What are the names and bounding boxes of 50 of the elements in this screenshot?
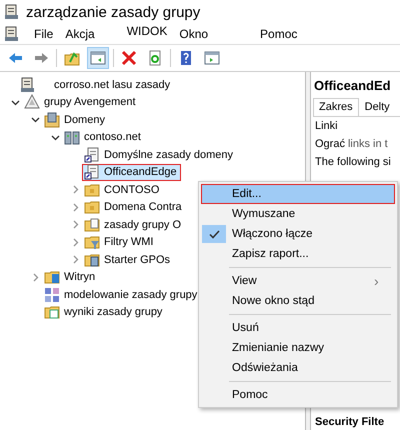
menu-item[interactable]: Zapisz raport... [201, 244, 395, 264]
app-menu-icon[interactable] [4, 26, 20, 42]
tab[interactable]: Zakres [313, 98, 359, 116]
menu-item[interactable]: Odświeżania [201, 358, 395, 378]
expand-chevron-icon[interactable] [30, 115, 40, 124]
collapse-chevron-icon[interactable] [70, 220, 80, 230]
app-icon [4, 4, 20, 20]
menu-item[interactable]: Usuń [201, 318, 395, 338]
window-title: zarządzanie zasady grupy [26, 4, 200, 20]
menu-item[interactable]: WIDOK [120, 24, 174, 38]
menu-item[interactable]: Pomoc [254, 27, 304, 41]
menu-item[interactable]: Akcja [59, 27, 101, 41]
tab[interactable]: Delty [358, 98, 396, 116]
menu-item[interactable]: Zmienianie nazwy [201, 338, 395, 358]
menu-item[interactable]: Nowe okno stąd [201, 291, 395, 311]
menu-item[interactable]: Edit... [201, 184, 395, 204]
tree-item[interactable]: wyniki zasady grupy [42, 304, 166, 321]
menu-item[interactable]: View › [201, 271, 395, 291]
menu-item[interactable]: Włączono łącze [201, 224, 395, 244]
section-heading: Security Filte [314, 416, 384, 428]
tree-item[interactable]: zasady grupy O [82, 216, 186, 234]
tree-item[interactable]: Domeny [42, 111, 109, 128]
tree-item[interactable]: contoso.net [62, 128, 145, 146]
filter-label: Ograć [315, 138, 345, 150]
tree-item[interactable]: Filtry WMI [82, 234, 158, 251]
section-label: Linki [314, 119, 339, 134]
tree-item[interactable]: Starter GPOs [82, 251, 174, 268]
expand-chevron-icon[interactable] [10, 98, 20, 107]
menu-item[interactable]: File [28, 27, 60, 41]
collapse-chevron-icon[interactable] [70, 238, 80, 247]
tree-item[interactable]: Domyślne zasady domeny [82, 146, 238, 164]
collapse-chevron-icon[interactable] [70, 255, 80, 264]
tree-item[interactable]: Witryn [42, 268, 100, 286]
menu-item[interactable]: Wymuszane [201, 204, 395, 224]
tree-item[interactable]: grupy Avengement [22, 94, 140, 111]
menu-item[interactable]: Pomoc [201, 385, 395, 405]
tree-item[interactable]: corroso.net lasu zasady [18, 76, 174, 94]
submenu-arrow: › [374, 273, 380, 289]
tree-item[interactable]: modelowanie zasady grupy [42, 286, 202, 304]
note-text: The following si [314, 155, 392, 170]
filter-text: links in t [348, 138, 388, 150]
collapse-chevron-icon[interactable] [70, 185, 80, 194]
collapse-chevron-icon[interactable] [30, 272, 40, 282]
gpo-title: OfficeandEd [313, 77, 391, 95]
tree-item[interactable]: Domena Contra [82, 198, 186, 216]
tree-item[interactable]: OfficeandEdge [82, 164, 181, 181]
menu-item[interactable]: Okno [173, 27, 214, 41]
collapse-chevron-icon[interactable] [70, 202, 80, 212]
expand-chevron-icon[interactable] [50, 132, 60, 142]
tree-item[interactable]: CONTOSO [82, 181, 164, 198]
